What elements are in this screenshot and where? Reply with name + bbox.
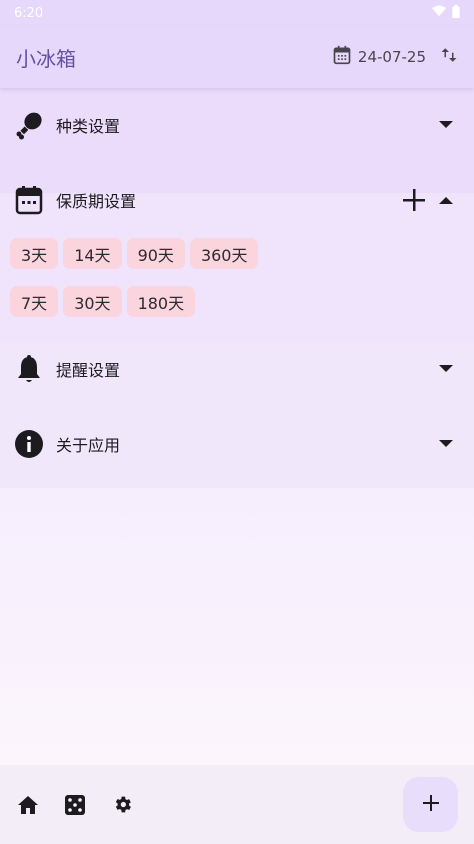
app-bar: 小冰箱 24-07-25 bbox=[0, 26, 474, 88]
dice-icon[interactable] bbox=[63, 793, 87, 817]
shelf-life-chip[interactable]: 3天 bbox=[10, 238, 59, 269]
drumstick-icon bbox=[14, 110, 44, 140]
section-category[interactable]: 种类设置 bbox=[0, 105, 474, 145]
section-label-reminder: 提醒设置 bbox=[56, 361, 121, 380]
shelf-life-chip[interactable]: 14天 bbox=[63, 238, 122, 269]
calendar-icon bbox=[14, 185, 44, 215]
section-label-shelf-life: 保质期设置 bbox=[56, 192, 137, 211]
shelf-life-chip[interactable]: 7天 bbox=[10, 286, 59, 317]
status-icons bbox=[432, 4, 460, 22]
section-label-category: 种类设置 bbox=[56, 117, 121, 136]
status-time: 6:20 bbox=[14, 5, 44, 21]
sort-button[interactable] bbox=[440, 46, 458, 68]
info-icon bbox=[14, 429, 44, 459]
add-shelf-life-button[interactable] bbox=[400, 186, 428, 214]
swap-vert-icon bbox=[440, 46, 458, 68]
bell-icon bbox=[14, 354, 44, 384]
shelf-life-chip-row-2: 7天 30天 180天 bbox=[10, 286, 196, 317]
battery-icon bbox=[452, 4, 460, 22]
add-icon bbox=[422, 794, 439, 815]
section-reminder[interactable]: 提醒设置 bbox=[0, 349, 474, 389]
calendar-icon bbox=[332, 45, 352, 69]
bottom-app-bar bbox=[0, 765, 474, 844]
section-label-about: 关于应用 bbox=[56, 436, 121, 455]
shelf-life-chip-row-1: 3天 14天 90天 360天 bbox=[10, 238, 259, 269]
section-about[interactable]: 关于应用 bbox=[0, 424, 474, 464]
add-item-fab[interactable] bbox=[403, 777, 458, 832]
chevron-up-icon[interactable] bbox=[432, 186, 460, 214]
app-title: 小冰箱 bbox=[16, 46, 76, 71]
shelf-life-chip[interactable]: 90天 bbox=[126, 238, 185, 269]
date-text: 24-07-25 bbox=[357, 48, 426, 66]
home-icon[interactable] bbox=[16, 793, 40, 817]
chevron-down-icon[interactable] bbox=[432, 355, 460, 383]
shelf-life-chip[interactable]: 30天 bbox=[63, 286, 122, 317]
date-selector[interactable]: 24-07-25 bbox=[332, 45, 426, 69]
section-shelf-life[interactable]: 保质期设置 bbox=[0, 180, 474, 220]
chevron-down-icon[interactable] bbox=[432, 430, 460, 458]
status-bar: 6:20 bbox=[0, 0, 474, 26]
wifi-icon bbox=[432, 5, 446, 21]
chevron-down-icon[interactable] bbox=[432, 111, 460, 139]
shelf-life-chip[interactable]: 180天 bbox=[126, 286, 196, 317]
settings-icon[interactable] bbox=[110, 793, 134, 817]
shelf-life-chip[interactable]: 360天 bbox=[189, 238, 259, 269]
